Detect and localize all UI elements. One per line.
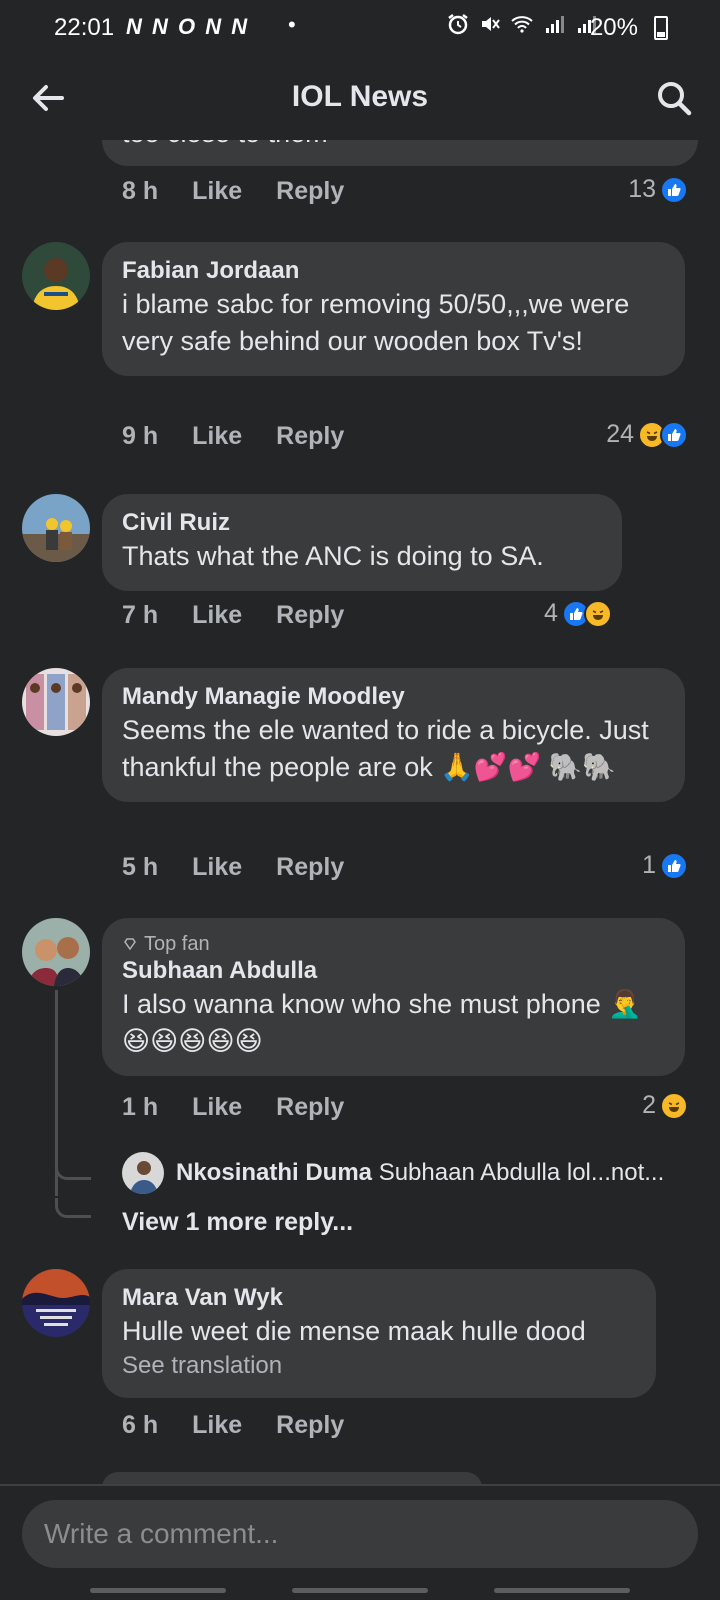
like-button[interactable]: Like: [192, 422, 242, 451]
nav-recent-apps[interactable]: [90, 1588, 226, 1593]
reply-button[interactable]: Reply: [276, 177, 344, 206]
like-button[interactable]: Like: [192, 601, 242, 630]
comment-text: Thats what the ANC is doing to SA.: [122, 541, 544, 571]
see-translation-link[interactable]: See translation: [122, 1350, 636, 1382]
comment-time[interactable]: 8 h: [122, 177, 158, 206]
reaction-summary[interactable]: 24: [606, 420, 688, 449]
comment-input[interactable]: [22, 1500, 698, 1568]
reply-avatar[interactable]: [122, 1152, 164, 1194]
comment-text: Seems the ele wanted to ride a bicycle. …: [122, 715, 649, 782]
reply-button[interactable]: Reply: [276, 853, 344, 882]
comment-author[interactable]: Mara Van Wyk: [122, 1283, 636, 1313]
signal-icon: [546, 16, 564, 33]
comment-actions-partial: 8 h Like Reply: [122, 177, 344, 206]
status-icons: [446, 12, 598, 36]
comment-bubble[interactable]: Mara Van Wyk Hulle weet die mense maak h…: [102, 1269, 656, 1398]
like-button[interactable]: Like: [192, 1411, 242, 1440]
comment-bubble[interactable]: Mandy Managie Moodley Seems the ele want…: [102, 668, 685, 802]
comment-time[interactable]: 6 h: [122, 1411, 158, 1440]
reply-button[interactable]: Reply: [276, 601, 344, 630]
search-icon[interactable]: [654, 78, 694, 118]
comment-text: Hulle weet die mense maak hulle dood: [122, 1316, 586, 1346]
reply-text: Nkosinathi Duma Subhaan Abdulla lol...no…: [176, 1159, 664, 1187]
reaction-summary[interactable]: 2: [642, 1091, 688, 1120]
haha-reaction-icon: [583, 599, 612, 628]
like-reaction-icon: [660, 420, 688, 449]
avatar[interactable]: [22, 668, 90, 736]
reply-author[interactable]: Nkosinathi Duma: [176, 1159, 372, 1186]
comment-author[interactable]: Subhaan Abdulla: [122, 956, 665, 986]
comment-author[interactable]: Fabian Jordaan: [122, 256, 665, 286]
reply-button[interactable]: Reply: [276, 1093, 344, 1122]
mute-icon: [482, 17, 500, 31]
thread-connector: [55, 1160, 91, 1180]
nav-back[interactable]: [494, 1588, 630, 1593]
like-button[interactable]: Like: [192, 1093, 242, 1122]
comment-bubble[interactable]: Civil Ruiz Thats what the ANC is doing t…: [102, 494, 622, 591]
wifi-icon: [511, 16, 533, 33]
reaction-count: 2: [642, 1091, 656, 1119]
comment-time[interactable]: 9 h: [122, 422, 158, 451]
reply-preview[interactable]: Nkosinathi Duma Subhaan Abdulla lol...no…: [122, 1152, 692, 1194]
reply-button[interactable]: Reply: [276, 1411, 344, 1440]
comment-author[interactable]: Mandy Managie Moodley: [122, 682, 665, 712]
comment-actions: 7 h Like Reply: [122, 601, 344, 630]
alarm-icon: [448, 14, 468, 35]
comment-bubble-partial[interactable]: too close to them: [102, 138, 698, 166]
comment-actions: 6 h Like Reply: [122, 1411, 344, 1440]
top-fan-badge: Top fan: [122, 932, 665, 956]
comment-bubble[interactable]: Fabian Jordaan i blame sabc for removing…: [102, 242, 685, 376]
comment-text: I also wanna know who she must phone 🤦‍♂…: [122, 989, 642, 1056]
comment-actions: 5 h Like Reply: [122, 853, 344, 882]
comment-text: i blame sabc for removing 50/50,,,we wer…: [122, 289, 630, 356]
reply-body: Subhaan Abdulla lol...not...: [378, 1159, 665, 1186]
status-time: 22:01: [54, 14, 115, 41]
comment-time[interactable]: 5 h: [122, 853, 158, 882]
like-reaction-icon: [660, 851, 688, 880]
avatar[interactable]: [22, 1269, 90, 1337]
status-dot: •: [288, 12, 296, 37]
comment-bubble[interactable]: Top fan Subhaan Abdulla I also wanna kno…: [102, 918, 685, 1076]
reaction-summary[interactable]: 1: [642, 851, 688, 880]
reply-button[interactable]: Reply: [276, 422, 344, 451]
comment-time[interactable]: 7 h: [122, 601, 158, 630]
like-button[interactable]: Like: [192, 177, 242, 206]
app-header: IOL News: [0, 56, 720, 140]
thread-connector: [55, 1198, 91, 1218]
haha-reaction-icon: [660, 1091, 688, 1120]
avatar[interactable]: [22, 918, 90, 986]
reaction-summary[interactable]: 4: [544, 599, 612, 628]
reaction-count: 13: [628, 175, 656, 203]
notification-app-icons: N N O N N: [126, 14, 250, 39]
comment-actions: 1 h Like Reply: [122, 1093, 344, 1122]
page-title: IOL News: [291, 80, 429, 113]
reaction-count: 1: [642, 851, 656, 879]
reaction-count: 24: [606, 420, 634, 448]
like-button[interactable]: Like: [192, 853, 242, 882]
comment-composer: [0, 1484, 720, 1600]
battery-icon: [654, 16, 668, 40]
avatar[interactable]: [22, 494, 90, 562]
comment-author[interactable]: Civil Ruiz: [122, 508, 602, 538]
diamond-icon: [124, 938, 136, 951]
reaction-count: 4: [544, 599, 558, 627]
battery-percent: 20%: [589, 14, 638, 41]
avatar[interactable]: [22, 242, 90, 310]
status-bar: 22:01 N N O N N • 20%: [0, 0, 720, 56]
like-reaction-icon: [660, 175, 688, 204]
view-more-replies-link[interactable]: View 1 more reply...: [122, 1208, 353, 1237]
nav-home[interactable]: [292, 1588, 428, 1593]
reaction-summary[interactable]: 13: [628, 175, 688, 204]
top-fan-label: Top fan: [144, 933, 210, 955]
comment-actions: 9 h Like Reply: [122, 422, 344, 451]
comment-time[interactable]: 1 h: [122, 1093, 158, 1122]
